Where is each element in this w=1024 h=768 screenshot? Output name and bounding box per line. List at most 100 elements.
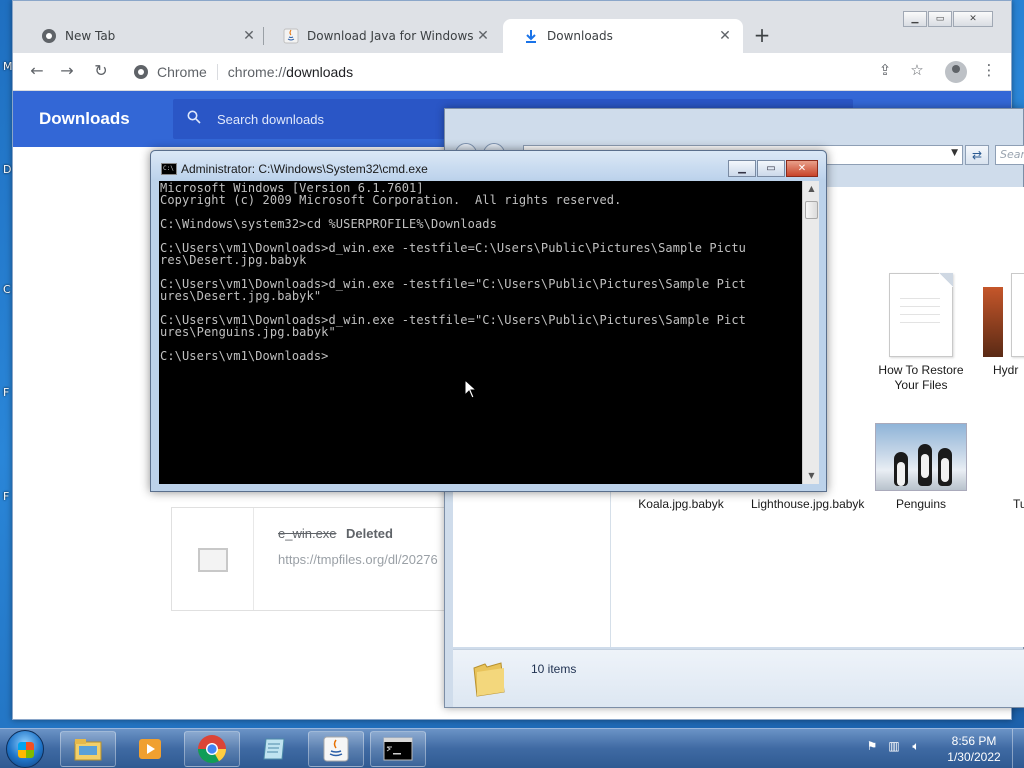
taskbar-clock[interactable]: 8:56 PM 1/30/2022 bbox=[946, 733, 1002, 765]
close-window-button[interactable]: ✕ bbox=[953, 11, 993, 27]
document-icon bbox=[889, 273, 953, 357]
url-path: downloads bbox=[286, 64, 354, 80]
file-name: Hydr bbox=[993, 363, 1019, 377]
page-title: Downloads bbox=[39, 109, 130, 128]
minimize-button[interactable]: ▁ bbox=[903, 11, 927, 27]
tab-new-tab[interactable]: New Tab ✕ bbox=[21, 19, 267, 53]
notepad-icon bbox=[263, 738, 285, 760]
clock-time: 8:56 PM bbox=[951, 734, 997, 748]
console-line: C:\Windows\system32>cd %USERPROFILE%\Dow… bbox=[160, 217, 497, 231]
download-item: e_win.exe Deleted https://tmpfiles.org/d… bbox=[171, 507, 461, 611]
console-text: Microsoft Windows [Version 6.1.7601] Copy… bbox=[160, 182, 802, 362]
system-tray: ⚑ ▥ 🔈︎ bbox=[864, 739, 924, 755]
chrome-icon bbox=[41, 28, 57, 44]
window-title: Administrator: C:\Windows\System32\cmd.e… bbox=[181, 162, 428, 176]
file-name: Koala.jpg.babyk bbox=[638, 497, 724, 511]
console-line: res\Desert.jpg.babyk bbox=[160, 253, 307, 267]
tab-label: New Tab bbox=[65, 29, 116, 43]
java-icon bbox=[323, 736, 349, 762]
minimize-button[interactable]: ▁ bbox=[728, 160, 756, 177]
file-item[interactable]: How To Restore Your Files bbox=[871, 273, 971, 393]
details-pane: 10 items bbox=[453, 649, 1024, 707]
folder-icon bbox=[473, 662, 505, 697]
file-name: Tulip bbox=[1013, 497, 1024, 511]
console-output[interactable]: Microsoft Windows [Version 6.1.7601] Copy… bbox=[159, 181, 802, 484]
window-controls: ▁ ▭ ✕ bbox=[727, 160, 818, 177]
bookmark-star-icon[interactable]: ☆ bbox=[905, 61, 929, 83]
reload-icon[interactable]: ↻ bbox=[89, 61, 113, 83]
new-tab-button[interactable]: + bbox=[751, 25, 773, 47]
taskbar-cmd[interactable] bbox=[370, 731, 426, 767]
taskbar-explorer[interactable] bbox=[60, 731, 116, 767]
document-icon bbox=[1011, 273, 1024, 357]
taskbar-notepad[interactable] bbox=[246, 731, 302, 767]
download-filename[interactable]: e_win.exe bbox=[278, 526, 337, 541]
url-text[interactable]: chrome://downloads bbox=[228, 64, 353, 80]
mouse-pointer-icon bbox=[464, 379, 478, 399]
tab-downloads[interactable]: Downloads ✕ bbox=[503, 19, 743, 53]
network-icon[interactable]: ▥ bbox=[886, 739, 902, 755]
cmd-icon bbox=[383, 737, 413, 761]
penguins-thumbnail bbox=[875, 423, 967, 491]
desktop-icon-label[interactable]: F bbox=[3, 490, 9, 503]
share-icon[interactable]: ⇪ bbox=[873, 61, 897, 83]
scroll-up-icon[interactable]: ▲ bbox=[803, 181, 820, 197]
download-status: Deleted bbox=[346, 526, 393, 541]
tab-label: Downloads bbox=[547, 29, 613, 43]
file-item[interactable]: Tulip bbox=[993, 497, 1024, 512]
explorer-icon bbox=[74, 739, 102, 761]
url-scheme: chrome:// bbox=[227, 64, 287, 80]
cmd-icon: C:\ bbox=[161, 163, 177, 175]
volume-icon[interactable]: 🔈︎ bbox=[908, 739, 924, 755]
desktop-icon-label[interactable]: D bbox=[3, 163, 11, 176]
file-name: Lighthouse.jpg.babyk bbox=[751, 497, 865, 511]
tab-label: Download Java for Windows bbox=[307, 29, 474, 43]
action-center-flag-icon[interactable]: ⚑ bbox=[864, 739, 880, 755]
taskbar-chrome[interactable] bbox=[184, 731, 240, 767]
desktop-icon-label[interactable]: F bbox=[3, 386, 9, 399]
media-player-icon bbox=[139, 739, 161, 759]
console-line: Copyright (c) 2009 Microsoft Corporation… bbox=[160, 193, 622, 207]
desktop-icon-label[interactable]: C bbox=[3, 283, 11, 296]
close-icon[interactable]: ✕ bbox=[475, 28, 491, 44]
file-item[interactable]: Koala.jpg.babyk bbox=[631, 497, 731, 512]
menu-kebab-icon[interactable]: ⋮ bbox=[977, 61, 1001, 83]
explorer-search-input[interactable]: Sear bbox=[995, 145, 1024, 165]
maximize-button[interactable]: ▭ bbox=[928, 11, 952, 27]
download-url-link[interactable]: https://tmpfiles.org/dl/20276 bbox=[278, 552, 438, 567]
taskbar-java[interactable] bbox=[308, 731, 364, 767]
site-label: Chrome bbox=[157, 64, 218, 80]
chevron-down-icon[interactable]: ▼ bbox=[951, 148, 958, 158]
cmd-window: C:\ Administrator: C:\Windows\System32\c… bbox=[150, 150, 827, 492]
item-count: 10 items bbox=[531, 662, 577, 676]
download-icon bbox=[523, 28, 539, 44]
vertical-scrollbar[interactable]: ▲ ▼ bbox=[802, 181, 819, 484]
clock-date: 1/30/2022 bbox=[947, 750, 1001, 764]
close-window-button[interactable]: ✕ bbox=[786, 160, 818, 177]
refresh-icon[interactable]: ⇄ bbox=[965, 145, 989, 165]
start-button[interactable] bbox=[6, 730, 44, 768]
file-icon-area bbox=[172, 508, 254, 610]
address-bar[interactable]: Chrome chrome://downloads bbox=[125, 58, 905, 86]
scroll-thumb[interactable] bbox=[805, 201, 818, 219]
console-line: C:\Users\vm1\Downloads> bbox=[160, 349, 329, 363]
close-icon[interactable]: ✕ bbox=[241, 28, 257, 44]
chrome-icon bbox=[198, 735, 226, 763]
file-icon bbox=[198, 548, 228, 572]
file-item[interactable]: Penguins bbox=[871, 423, 971, 512]
back-arrow-icon[interactable]: ← bbox=[25, 61, 49, 83]
show-desktop-button[interactable] bbox=[1012, 729, 1024, 768]
scroll-down-icon[interactable]: ▼ bbox=[803, 468, 820, 484]
profile-avatar-icon[interactable] bbox=[945, 61, 967, 83]
chrome-icon bbox=[133, 64, 149, 80]
search-icon bbox=[187, 110, 207, 128]
tab-download-java[interactable]: Download Java for Windows ✕ bbox=[263, 19, 501, 53]
forward-arrow-icon[interactable]: → bbox=[55, 61, 79, 83]
maximize-button[interactable]: ▭ bbox=[757, 160, 785, 177]
cmd-title-bar[interactable]: C:\ Administrator: C:\Windows\System32\c… bbox=[151, 151, 826, 179]
taskbar-media-player[interactable] bbox=[122, 731, 178, 767]
file-item[interactable]: Lighthouse.jpg.babyk bbox=[751, 497, 864, 512]
desert-thumbnail-fragment bbox=[983, 287, 1003, 357]
java-icon bbox=[283, 28, 299, 44]
close-icon[interactable]: ✕ bbox=[717, 28, 733, 44]
